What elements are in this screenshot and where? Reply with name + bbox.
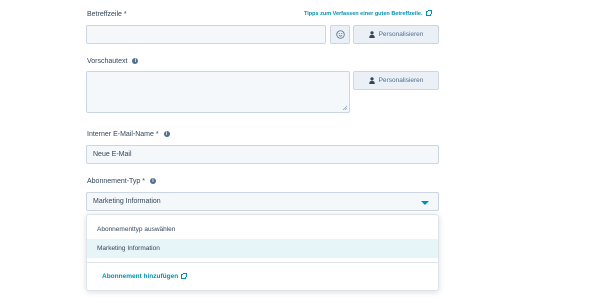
internal-name-value: Neue E-Mail (93, 151, 132, 158)
subscription-selected-value: Marketing Information (93, 198, 161, 205)
preview-personalize-button[interactable]: Personalisieren (353, 71, 439, 90)
subscription-dropdown-menu: Abonnementtyp auswählen Marketing Inform… (86, 214, 439, 291)
emoji-button[interactable] (330, 25, 350, 44)
chevron-down-icon[interactable] (421, 201, 429, 205)
internal-name-label: Interner E-Mail-Name * (87, 131, 159, 138)
subject-personalize-button[interactable]: Personalisieren (353, 25, 439, 44)
subscription-label-row: Abonnement-Typ * i (87, 178, 156, 185)
external-link-icon (181, 273, 188, 279)
dropdown-option-label: Marketing Information (97, 245, 160, 252)
subject-label: Betreffzeile * (87, 11, 127, 18)
internal-name-label-row: Interner E-Mail-Name * i (87, 131, 170, 138)
person-icon (368, 77, 375, 84)
info-icon[interactable]: i (132, 58, 139, 64)
add-subscription-link-text[interactable]: Abonnement hinzufügen (102, 273, 178, 280)
preview-label-row: Vorschautext i (87, 58, 139, 65)
subject-personalize-label: Personalisieren (378, 31, 424, 38)
preview-textarea[interactable] (86, 71, 350, 113)
external-link-icon (425, 10, 432, 16)
subject-tips-link-text[interactable]: Tipps zum Verfassen einer guten Betreffz… (304, 11, 423, 17)
divider (87, 262, 438, 263)
internal-name-input[interactable]: Neue E-Mail (86, 145, 439, 164)
resize-handle-icon[interactable] (342, 105, 347, 110)
info-icon[interactable]: i (149, 178, 156, 184)
subscription-select[interactable]: Marketing Information (86, 192, 439, 211)
add-subscription-link[interactable]: Abonnement hinzufügen (102, 273, 188, 280)
subject-tips-link[interactable]: Tipps zum Verfassen einer guten Betreffz… (304, 10, 432, 17)
subscription-label: Abonnement-Typ * (87, 178, 145, 185)
dropdown-option[interactable]: Abonnementtyp auswählen (87, 220, 438, 238)
preview-personalize-label: Personalisieren (378, 77, 424, 84)
dropdown-option-label: Abonnementtyp auswählen (97, 225, 176, 233)
dropdown-option-selected[interactable]: Marketing Information (87, 239, 438, 258)
info-icon[interactable]: i (163, 131, 170, 137)
person-icon (368, 31, 375, 38)
subject-input[interactable] (86, 25, 326, 44)
preview-label: Vorschautext (87, 58, 128, 65)
smiley-icon (335, 30, 345, 39)
